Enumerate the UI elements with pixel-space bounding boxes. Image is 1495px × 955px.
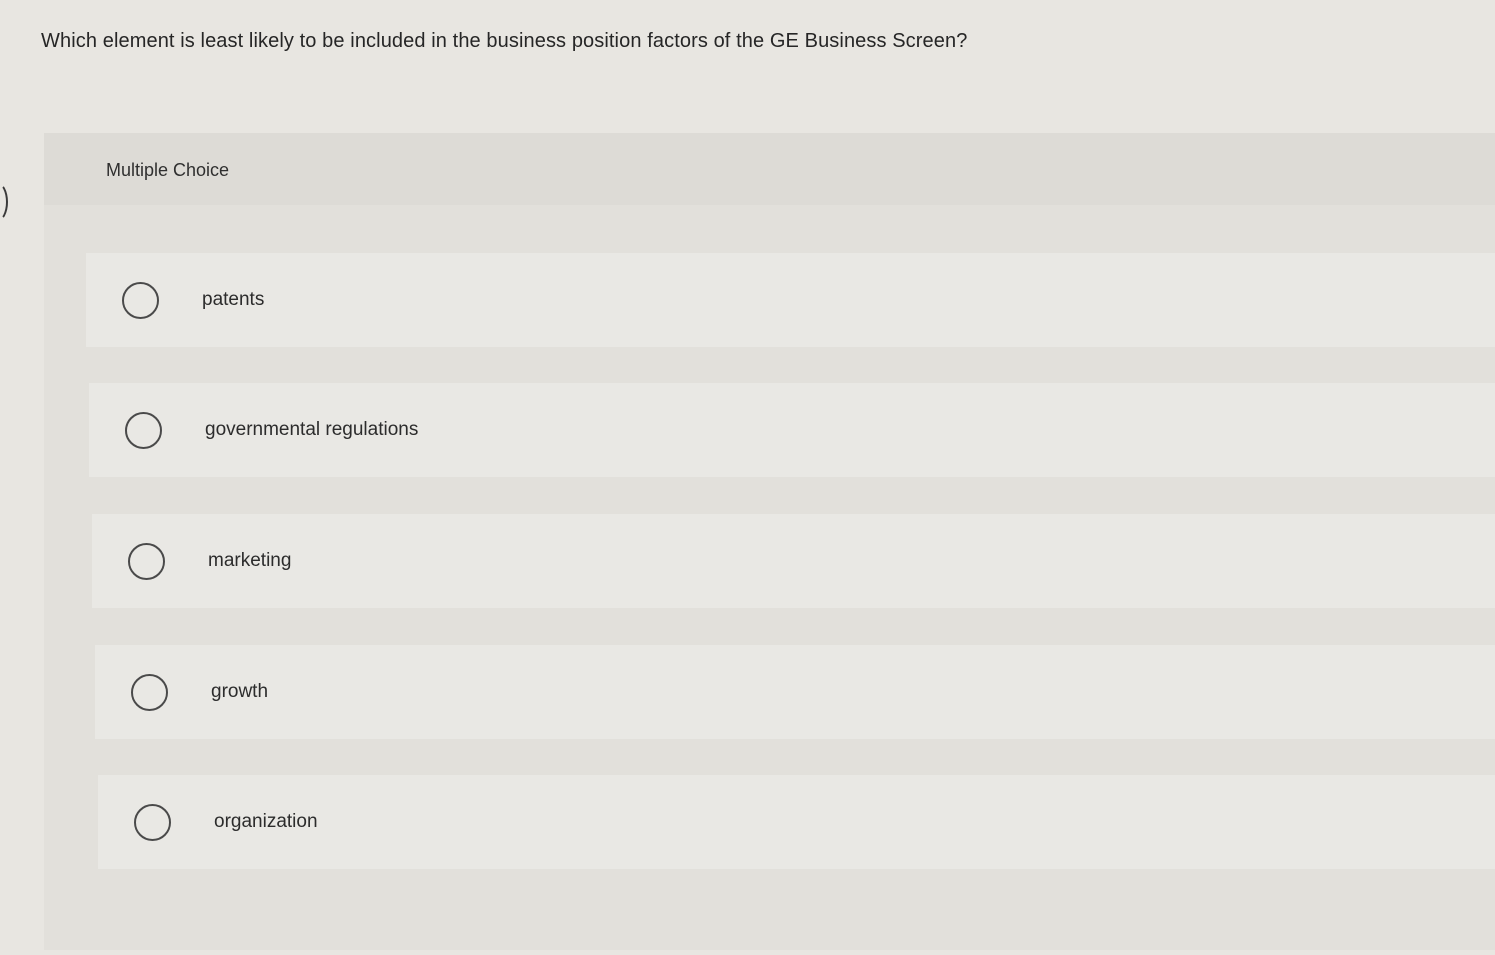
- answer-option-governmental-regulations[interactable]: governmental regulations: [89, 383, 1495, 477]
- radio-button-icon[interactable]: [134, 803, 171, 841]
- radio-button-icon[interactable]: [122, 281, 159, 319]
- answer-option-growth[interactable]: growth: [95, 645, 1495, 739]
- option-label: organization: [214, 811, 318, 832]
- panel-header: Multiple Choice: [44, 133, 1495, 205]
- panel-title: Multiple Choice: [106, 160, 230, 180]
- radio-button-icon[interactable]: [131, 673, 168, 711]
- radio-button-icon[interactable]: [125, 411, 162, 449]
- radio-button-icon[interactable]: [128, 542, 165, 580]
- answer-option-marketing[interactable]: marketing: [92, 514, 1495, 608]
- option-label: patents: [202, 289, 265, 310]
- answer-option-patents[interactable]: patents: [86, 253, 1495, 347]
- scroll-edge-indicator: [0, 182, 8, 222]
- option-label: growth: [211, 681, 269, 702]
- answer-option-organization[interactable]: organization: [98, 775, 1495, 869]
- option-label: governmental regulations: [205, 419, 419, 440]
- option-label: marketing: [208, 550, 292, 571]
- question-text: Which element is least likely to be incl…: [41, 30, 968, 52]
